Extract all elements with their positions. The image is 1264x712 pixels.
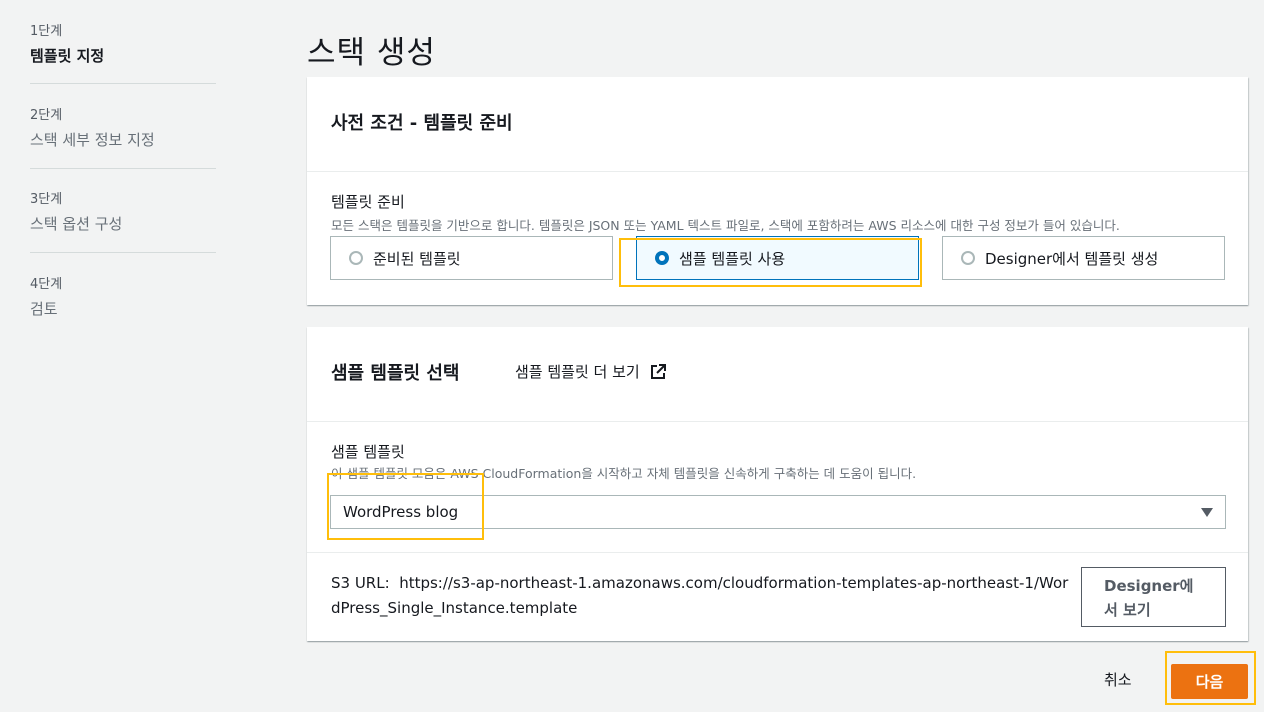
step-name: 스택 옵션 구성 xyxy=(30,215,123,233)
option-label: 샘플 템플릿 사용 xyxy=(679,249,786,268)
view-in-designer-button[interactable]: Designer에서 보기 xyxy=(1081,567,1226,627)
sample-template-select[interactable]: WordPress blog xyxy=(330,495,1226,529)
sample-panel-header: 샘플 템플릿 선택 샘플 템플릿 더 보기 xyxy=(307,327,1248,422)
option-designer-template[interactable]: Designer에서 템플릿 생성 xyxy=(942,236,1225,280)
next-button[interactable]: 다음 xyxy=(1171,664,1248,699)
step-name: 검토 xyxy=(30,300,58,318)
sample-template-label: 샘플 템플릿 xyxy=(331,443,405,461)
prereq-panel-header: 사전 조건 - 템플릿 준비 xyxy=(307,77,1248,172)
prereq-panel: 사전 조건 - 템플릿 준비 템플릿 준비 모든 스택은 템플릿을 기반으로 합… xyxy=(307,77,1248,305)
option-label: Designer에서 템플릿 생성 xyxy=(985,249,1159,268)
step-4[interactable]: 4단계 검토 xyxy=(30,273,216,319)
step-2[interactable]: 2단계 스택 세부 정보 지정 xyxy=(30,104,216,150)
radio-unchecked-icon[interactable] xyxy=(961,251,975,265)
step-divider xyxy=(30,168,216,169)
template-prep-description: 모든 스택은 템플릿을 기반으로 합니다. 템플릿은 JSON 또는 YAML … xyxy=(331,218,1120,233)
step-name: 스택 세부 정보 지정 xyxy=(30,131,155,149)
divider xyxy=(307,552,1248,553)
step-number: 4단계 xyxy=(30,277,63,292)
step-1[interactable]: 1단계 템플릿 지정 xyxy=(30,20,216,66)
s3-url-value: https://s3-ap-northeast-1.amazonaws.com/… xyxy=(331,574,1069,617)
step-divider xyxy=(30,252,216,253)
more-samples-link[interactable]: 샘플 템플릿 더 보기 xyxy=(515,361,666,382)
sample-panel: 샘플 템플릿 선택 샘플 템플릿 더 보기 샘플 템플릿 이 샘플 템플릿 모음… xyxy=(307,327,1248,641)
step-3[interactable]: 3단계 스택 옵션 구성 xyxy=(30,188,216,234)
prereq-heading: 사전 조건 - 템플릿 준비 xyxy=(331,113,513,134)
more-samples-label: 샘플 템플릿 더 보기 xyxy=(515,363,640,381)
option-sample-template[interactable]: 샘플 템플릿 사용 xyxy=(636,236,919,280)
step-divider xyxy=(30,83,216,84)
radio-checked-icon[interactable] xyxy=(655,251,669,265)
step-number: 3단계 xyxy=(30,192,63,207)
s3-url-text: S3 URL: https://s3-ap-northeast-1.amazon… xyxy=(331,571,1076,621)
step-number: 2단계 xyxy=(30,108,63,123)
radio-unchecked-icon[interactable] xyxy=(349,251,363,265)
caret-down-icon xyxy=(1201,507,1213,517)
step-number: 1단계 xyxy=(30,24,63,39)
page-title: 스택 생성 xyxy=(307,34,436,71)
option-label: 준비된 템플릿 xyxy=(373,249,461,268)
s3-url-label: S3 URL: xyxy=(331,574,390,592)
cancel-button[interactable]: 취소 xyxy=(1104,669,1132,690)
template-prep-label: 템플릿 준비 xyxy=(331,193,405,211)
sample-template-description: 이 샘플 템플릿 모음은 AWS CloudFormation을 시작하고 자체… xyxy=(331,466,917,481)
external-link-icon xyxy=(650,363,666,380)
sample-heading: 샘플 템플릿 선택 xyxy=(331,363,460,384)
step-name: 템플릿 지정 xyxy=(30,47,105,65)
option-ready-template[interactable]: 준비된 템플릿 xyxy=(330,236,613,280)
select-value: WordPress blog xyxy=(343,503,459,521)
